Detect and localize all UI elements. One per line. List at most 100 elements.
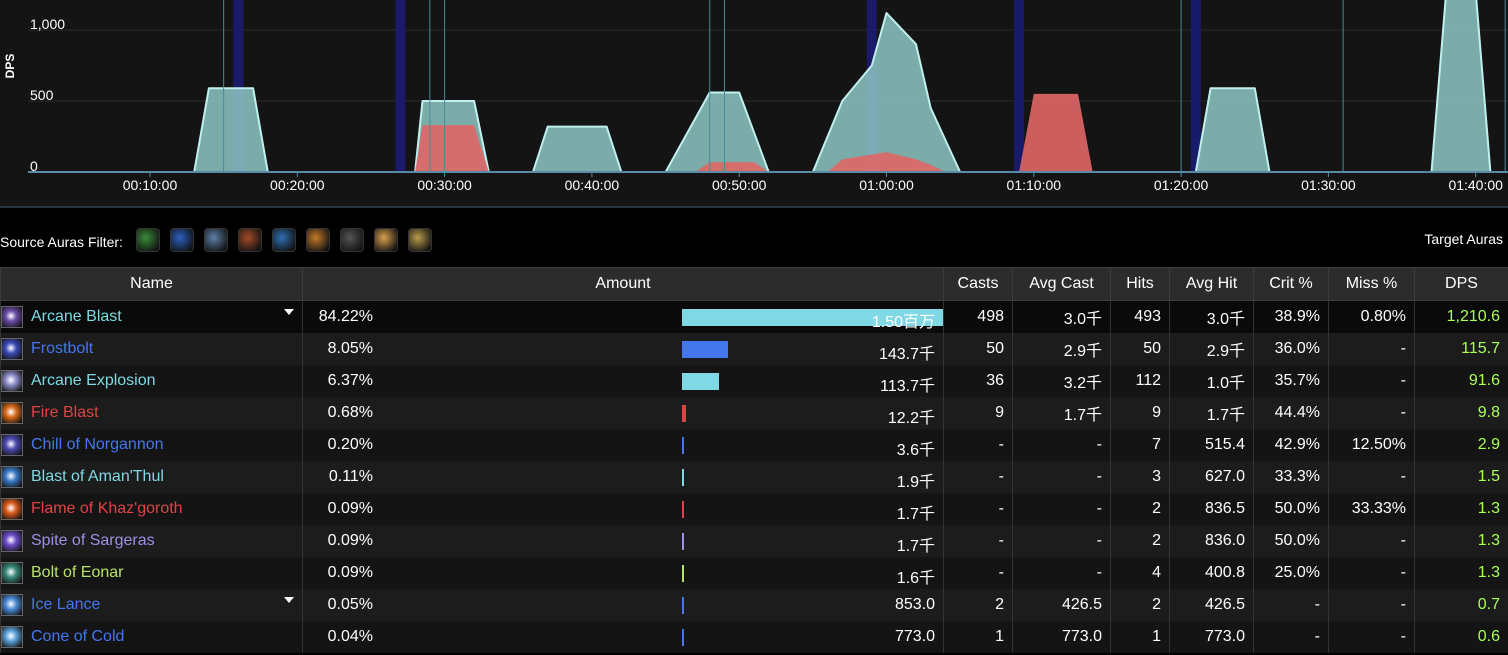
- y-tick-label: 0: [30, 158, 38, 174]
- table-row[interactable]: Cone of Cold 0.04% 773.0 1 773.0 1 773.0- -0.6: [0, 621, 1508, 653]
- amount-cell: 84.22% 1.50百万: [302, 300, 944, 333]
- chill-of-norgannon-icon: [1, 434, 23, 456]
- header-casts[interactable]: Casts: [943, 267, 1013, 301]
- miss-cell: 0.80%: [1328, 300, 1415, 333]
- header-crit[interactable]: Crit %: [1253, 267, 1329, 301]
- amount-bar: [682, 405, 686, 422]
- miss-cell: -: [1328, 397, 1415, 429]
- spell-name[interactable]: Flame of Khaz'goroth: [31, 500, 183, 517]
- spell-name[interactable]: Cone of Cold: [31, 628, 124, 645]
- header-name[interactable]: Name: [0, 267, 303, 301]
- buff-band: [1190, 0, 1201, 172]
- casts-cell: -: [943, 557, 1013, 589]
- spell-name[interactable]: Chill of Norgannon: [31, 436, 164, 453]
- spell-name[interactable]: Blast of Aman'Thul: [31, 468, 164, 485]
- hits-cell: 4: [1110, 557, 1170, 589]
- amount-bar: [682, 341, 728, 358]
- spell-name-cell[interactable]: Arcane Explosion: [0, 365, 303, 397]
- target-auras-label[interactable]: Target Auras: [1424, 231, 1503, 247]
- spell-name[interactable]: Spite of Sargeras: [31, 532, 155, 549]
- casts-cell: 2: [943, 589, 1013, 621]
- table-row[interactable]: Arcane Explosion 6.37% 113.7千 36 3.2千 112 1.0千…: [0, 365, 1508, 397]
- avg-cast-cell: 426.5: [1012, 589, 1111, 621]
- amount-value: 1.6千: [896, 570, 935, 587]
- dark-helm-aura-icon[interactable]: [340, 228, 364, 252]
- green-skull-aura-icon[interactable]: [136, 228, 160, 252]
- header-amount[interactable]: Amount: [302, 267, 944, 301]
- blue-lightning-aura-icon[interactable]: [170, 228, 194, 252]
- buff-band: [395, 0, 406, 172]
- dps-timeline-chart[interactable]: 0 500 1,000 00:10:00 00:20:00 00:30:00 00:40:0…: [0, 0, 1508, 208]
- spell-name[interactable]: Arcane Blast: [31, 308, 122, 325]
- avg-cast-cell: 2.9千: [1012, 333, 1111, 365]
- spell-name[interactable]: Ice Lance: [31, 596, 100, 613]
- spell-name[interactable]: Fire Blast: [31, 404, 99, 421]
- miss-cell: -: [1328, 365, 1415, 397]
- spell-name-cell[interactable]: Fire Blast: [0, 397, 303, 429]
- header-hits[interactable]: Hits: [1110, 267, 1170, 301]
- amount-percent: 0.05%: [327, 596, 373, 613]
- amount-bar: [682, 533, 684, 550]
- avg-cast-cell: 3.0千: [1012, 300, 1111, 333]
- spell-name[interactable]: Bolt of Eonar: [31, 564, 124, 581]
- amount-cell: 0.11% 1.9千: [302, 461, 944, 493]
- blue-rune-aura-icon[interactable]: [272, 228, 296, 252]
- avg-hit-cell: 1.7千: [1169, 397, 1254, 429]
- y-tick-label: 500: [30, 87, 54, 103]
- light-beam-aura-icon[interactable]: [374, 228, 398, 252]
- table-row[interactable]: Bolt of Eonar 0.09% 1.6千 - -4 400.8 25.0% -1.3: [0, 557, 1508, 589]
- dps-cell: 1,210.6: [1414, 300, 1508, 333]
- amount-bar: [682, 629, 684, 646]
- dps-cell: 115.7: [1414, 333, 1508, 365]
- cone-of-cold-icon: [1, 626, 23, 648]
- miss-cell: -: [1328, 557, 1415, 589]
- header-avg-cast[interactable]: Avg Cast: [1012, 267, 1111, 301]
- spell-damage-table: Name Amount Casts Avg Cast Hits Avg Hit …: [0, 267, 1508, 653]
- spell-name-cell[interactable]: Chill of Norgannon: [0, 429, 303, 461]
- table-row[interactable]: Fire Blast 0.68% 12.2千 9 1.7千 9 1.7千 44.4% -9.8: [0, 397, 1508, 429]
- sand-pile-aura-icon[interactable]: [408, 228, 432, 252]
- spell-name-cell[interactable]: Spite of Sargeras: [0, 525, 303, 557]
- miss-cell: -: [1328, 333, 1415, 365]
- table-row[interactable]: Blast of Aman'Thul 0.11% 1.9千 - -3 627.0 33.3%…: [0, 461, 1508, 493]
- x-tick-label: 01:10:00: [1007, 177, 1062, 193]
- spell-name[interactable]: Frostbolt: [31, 340, 93, 357]
- expand-arrow-icon[interactable]: [284, 597, 294, 603]
- casts-cell: 36: [943, 365, 1013, 397]
- spell-name-cell[interactable]: Frostbolt: [0, 333, 303, 365]
- table-header-row: Name Amount Casts Avg Cast Hits Avg Hit …: [0, 267, 1508, 301]
- avg-hit-cell: 836.0: [1169, 525, 1254, 557]
- spell-name-cell[interactable]: Cone of Cold: [0, 621, 303, 653]
- dps-cell: 0.7: [1414, 589, 1508, 621]
- arcane-orb-aura-icon[interactable]: [204, 228, 228, 252]
- header-dps[interactable]: DPS: [1414, 267, 1508, 301]
- dps-cell: 1.3: [1414, 525, 1508, 557]
- spell-name[interactable]: Arcane Explosion: [31, 372, 156, 389]
- miss-cell: 33.33%: [1328, 493, 1415, 525]
- table-row[interactable]: Arcane Blast 84.22% 1.50百万 498 3.0千 493 3.0千 38…: [0, 300, 1508, 333]
- expand-arrow-icon[interactable]: [284, 309, 294, 315]
- amount-cell: 0.09% 1.7千: [302, 525, 944, 557]
- ice-lance-icon: [1, 594, 23, 616]
- frostbolt-icon: [1, 338, 23, 360]
- amount-bar: [682, 565, 684, 582]
- table-row[interactable]: Flame of Khaz'goroth 0.09% 1.7千 - -2 836.5 50.…: [0, 493, 1508, 525]
- y-axis-label: DPS: [3, 54, 17, 79]
- header-miss[interactable]: Miss %: [1328, 267, 1415, 301]
- table-row[interactable]: Chill of Norgannon 0.20% 3.6千 - -7 515.4 42.9%…: [0, 429, 1508, 461]
- amount-value: 143.7千: [878, 346, 935, 363]
- spell-name-cell[interactable]: Flame of Khaz'goroth: [0, 493, 303, 525]
- table-row[interactable]: Spite of Sargeras 0.09% 1.7千 - -2 836.0 50.0% -…: [0, 525, 1508, 557]
- crit-cell: 50.0%: [1253, 493, 1329, 525]
- table-row[interactable]: Frostbolt 8.05% 143.7千 50 2.9千 50 2.9千 36.0% -11…: [0, 333, 1508, 365]
- flame-sword-aura-icon[interactable]: [306, 228, 330, 252]
- fire-claw-aura-icon[interactable]: [238, 228, 262, 252]
- spell-name-cell[interactable]: Blast of Aman'Thul: [0, 461, 303, 493]
- spell-name-cell[interactable]: Arcane Blast: [0, 300, 303, 333]
- spell-name-cell[interactable]: Ice Lance: [0, 589, 303, 621]
- amount-value: 113.7千: [880, 378, 935, 395]
- crit-cell: -: [1253, 589, 1329, 621]
- header-avg-hit[interactable]: Avg Hit: [1169, 267, 1254, 301]
- table-row[interactable]: Ice Lance 0.05% 853.0 2 426.5 2 426.5- -0.7: [0, 589, 1508, 621]
- spell-name-cell[interactable]: Bolt of Eonar: [0, 557, 303, 589]
